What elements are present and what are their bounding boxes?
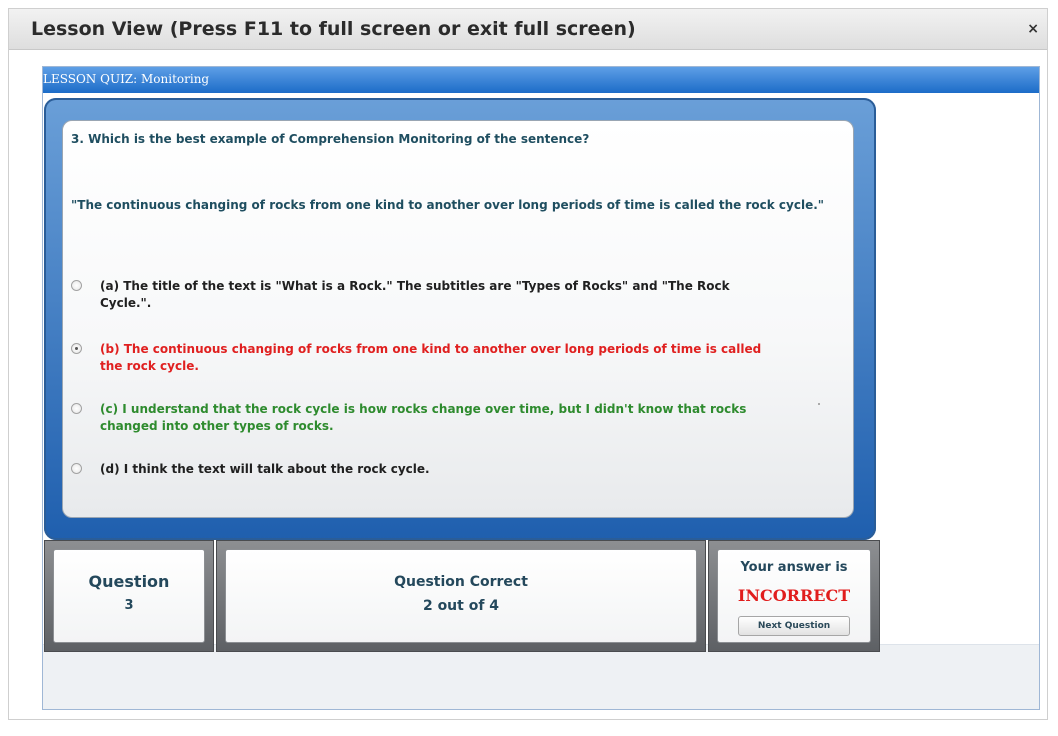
radio-option-a[interactable]	[71, 280, 82, 291]
option-c-label[interactable]: (c) I understand that the rock cycle is …	[100, 401, 780, 435]
radio-option-c[interactable]	[71, 403, 82, 414]
answer-result-panel: Your answer is INCORRECT Next Question	[708, 540, 880, 652]
question-text: 3. Which is the best example of Comprehe…	[71, 132, 590, 146]
question-number-panel: Question 3	[44, 540, 214, 652]
answer-result-inner: Your answer is INCORRECT Next Question	[717, 549, 871, 643]
stray-dot	[818, 403, 820, 405]
option-a-label[interactable]: (a) The title of the text is "What is a …	[100, 278, 780, 312]
correct-count-inner: Question Correct 2 out of 4	[225, 549, 697, 643]
lesson-header: LESSON QUIZ: Monitoring	[43, 67, 1039, 93]
modal-titlebar: Lesson View (Press F11 to full screen or…	[9, 9, 1047, 50]
answer-result: INCORRECT	[737, 586, 851, 605]
question-label: Question	[88, 572, 170, 591]
question-number: 3	[124, 598, 134, 613]
option-b-label[interactable]: (b) The continuous changing of rocks fro…	[100, 341, 780, 375]
lesson-footer	[43, 644, 1039, 709]
option-d[interactable]: (d) I think the text will talk about the…	[71, 461, 771, 481]
question-number-inner: Question 3	[53, 549, 205, 643]
modal-title: Lesson View (Press F11 to full screen or…	[31, 18, 636, 40]
question-sentence: "The continuous changing of rocks from o…	[71, 198, 825, 212]
quiz-question-card: 3. Which is the best example of Comprehe…	[62, 120, 854, 518]
correct-count-panel: Question Correct 2 out of 4	[216, 540, 706, 652]
option-a[interactable]: (a) The title of the text is "What is a …	[71, 278, 771, 314]
radio-option-d[interactable]	[71, 463, 82, 474]
next-question-button[interactable]: Next Question	[738, 616, 850, 636]
option-c[interactable]: (c) I understand that the rock cycle is …	[71, 401, 771, 437]
option-d-label[interactable]: (d) I think the text will talk about the…	[100, 461, 780, 478]
option-b[interactable]: (b) The continuous changing of rocks fro…	[71, 341, 771, 377]
answer-label: Your answer is	[740, 560, 848, 575]
correct-label: Question Correct	[394, 574, 528, 590]
close-icon[interactable]: ×	[1027, 21, 1039, 37]
lesson-header-title: LESSON QUIZ: Monitoring	[43, 72, 210, 86]
correct-value: 2 out of 4	[422, 598, 500, 614]
radio-option-b[interactable]	[71, 343, 82, 354]
